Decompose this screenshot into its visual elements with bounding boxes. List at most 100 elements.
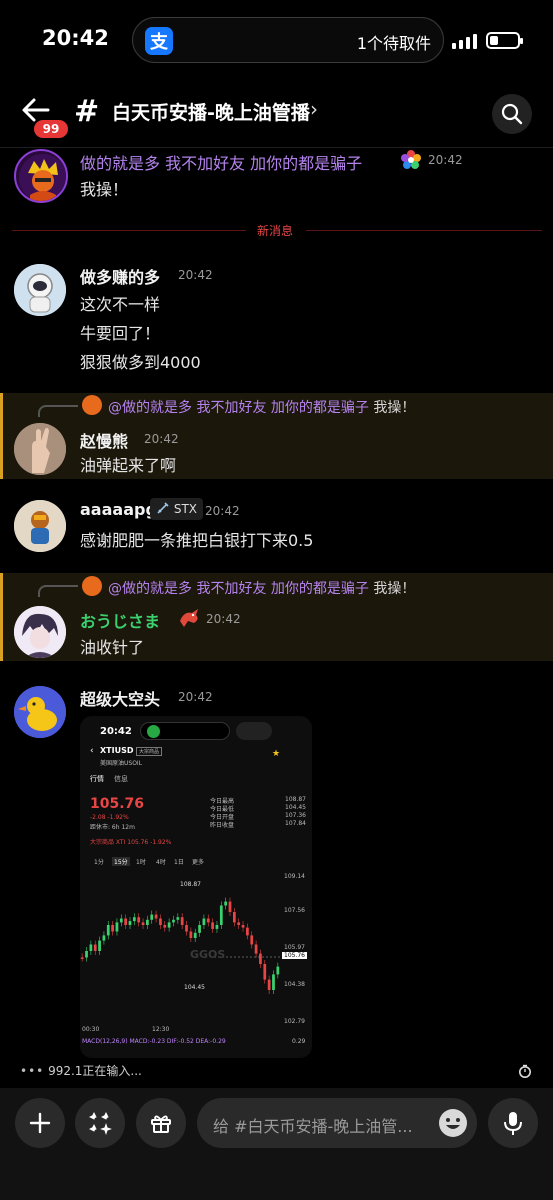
alipay-icon: 支: [145, 27, 173, 55]
message-input[interactable]: 给 #白天币安播-晚上油管...: [197, 1098, 477, 1148]
shot-interval-bar: 1分 15分 1时 4时 1日 更多: [90, 857, 305, 867]
avatar[interactable]: [14, 264, 66, 316]
avatar-image: [19, 154, 66, 201]
search-icon: [501, 103, 523, 125]
header-divider: [0, 147, 553, 148]
shot-back-icon: ‹: [90, 746, 94, 756]
gift-icon: [151, 1115, 171, 1133]
candle-body: [215, 925, 219, 929]
author-name[interactable]: おうじさま: [80, 608, 160, 632]
reply-preview[interactable]: @做的就是多 我不加好友 加你的都是骗子 我操！: [108, 397, 415, 417]
avatar[interactable]: [14, 500, 66, 552]
reply-mention: @做的就是多 我不加好友 加你的都是骗子: [108, 581, 369, 597]
shot-high-label: 108.87: [180, 881, 201, 888]
clock: 20:42: [42, 26, 109, 50]
battery-icon: [486, 32, 523, 49]
candle-body: [102, 935, 106, 941]
shot-interval: 1分: [94, 859, 104, 866]
island-text: 1个待取件: [356, 34, 431, 53]
shot-interval: 1时: [136, 859, 146, 866]
candle-body: [124, 918, 128, 925]
search-button[interactable]: [492, 94, 532, 134]
shot-time-label: 12:30: [152, 1026, 170, 1033]
message-time: 20:42: [178, 690, 213, 704]
candle-body: [228, 901, 232, 912]
typing-text: 992.1正在输入...: [48, 1064, 142, 1078]
dynamic-island[interactable]: 支 1个待取件: [132, 17, 444, 63]
candle-body: [189, 931, 193, 938]
highlight-bar: [0, 393, 3, 479]
toy-avatar-image: [14, 500, 66, 552]
avatar[interactable]: [14, 149, 68, 203]
candle-body: [211, 922, 214, 929]
candle-body: [237, 922, 241, 925]
reply-preview[interactable]: @做的就是多 我不加好友 加你的都是骗子 我操！: [108, 578, 415, 598]
shot-stat-value: 108.87: [285, 796, 306, 803]
reply-connector: [38, 585, 78, 597]
candle-body: [159, 918, 162, 925]
message-time: 20:42: [144, 432, 179, 446]
shot-close-note: 距休市: 6h 12m: [90, 824, 135, 831]
candle-body: [202, 918, 206, 925]
candle-body: [115, 922, 119, 932]
candle-body: [250, 935, 254, 945]
shot-stat-label: 昨日收盘: [210, 822, 235, 829]
candle-body: [141, 922, 145, 925]
add-button[interactable]: [15, 1098, 65, 1148]
shot-star-icon: ★: [272, 749, 281, 759]
image-attachment[interactable]: 20:42 ‹ XTIUSD 大宗商品 美国原油USOIL ★ 行情 信息 10…: [80, 716, 312, 1058]
message-text: 牛要回了！: [80, 324, 161, 343]
author-name[interactable]: 超级大空头: [80, 686, 160, 710]
apps-button[interactable]: [75, 1098, 125, 1148]
avatar[interactable]: [14, 606, 66, 658]
highlight-bar: [0, 573, 3, 661]
candle-body: [106, 925, 110, 936]
dragon-badge-icon: [180, 609, 198, 627]
candle-body: [85, 951, 88, 958]
shot-interval: 15分: [112, 857, 130, 866]
role-tag[interactable]: STX: [150, 498, 203, 520]
microphone-icon: [504, 1112, 522, 1135]
emoji-icon[interactable]: [437, 1107, 469, 1139]
shot-interval: 更多: [192, 859, 205, 866]
composer-bar: 给 #白天币安播-晚上油管...: [0, 1088, 553, 1200]
unread-badge: 99: [34, 120, 68, 138]
message-time: 20:42: [178, 268, 213, 282]
avatar[interactable]: [14, 423, 66, 475]
shot-macd-axis: 0.29: [292, 1038, 306, 1045]
typing-dots: •••: [20, 1064, 45, 1078]
avatar[interactable]: [14, 686, 66, 738]
candle-body: [180, 917, 184, 925]
message-text: 油弹起来了啊: [80, 456, 177, 475]
shot-stat-value: 107.36: [285, 812, 306, 819]
reply-connector: [38, 405, 78, 417]
candle-body: [254, 944, 258, 954]
reply-avatar: [82, 395, 102, 415]
author-name[interactable]: 做的就是多 我不加好友 加你的都是骗子: [80, 150, 362, 174]
shot-symbol: XTIUSD: [100, 746, 134, 755]
candle-body: [176, 917, 180, 920]
shot-axis-label: 107.56: [284, 907, 305, 914]
chevron-right-icon[interactable]: ›: [310, 97, 318, 121]
candle-body: [167, 922, 171, 928]
message-text: 狠狠做多到4000: [80, 353, 201, 372]
flower-badge-icon: [401, 150, 421, 169]
new-messages-label: 新消息: [257, 224, 294, 238]
channel-title[interactable]: 白天币安播-晚上油管播: [112, 98, 310, 125]
message-time: 20:42: [428, 153, 463, 167]
candle-body: [146, 919, 149, 925]
status-bar: 20:42 支 1个待取件: [0, 0, 553, 80]
shot-symbol-tag: 大宗商品: [136, 747, 163, 756]
author-name[interactable]: 做多赚的多: [80, 264, 160, 288]
shot-island: [140, 722, 230, 740]
candle-body: [224, 901, 228, 906]
author-name[interactable]: aaaaapg: [80, 500, 157, 519]
slowmode-timer-icon: [519, 1064, 531, 1078]
gift-button[interactable]: [136, 1098, 186, 1148]
voice-button[interactable]: [488, 1098, 538, 1148]
candle-body: [263, 964, 267, 980]
candle-body: [206, 918, 210, 923]
candle-body: [185, 925, 188, 932]
author-name[interactable]: 赵慢熊: [80, 428, 128, 452]
new-messages-divider-left: [12, 230, 246, 231]
